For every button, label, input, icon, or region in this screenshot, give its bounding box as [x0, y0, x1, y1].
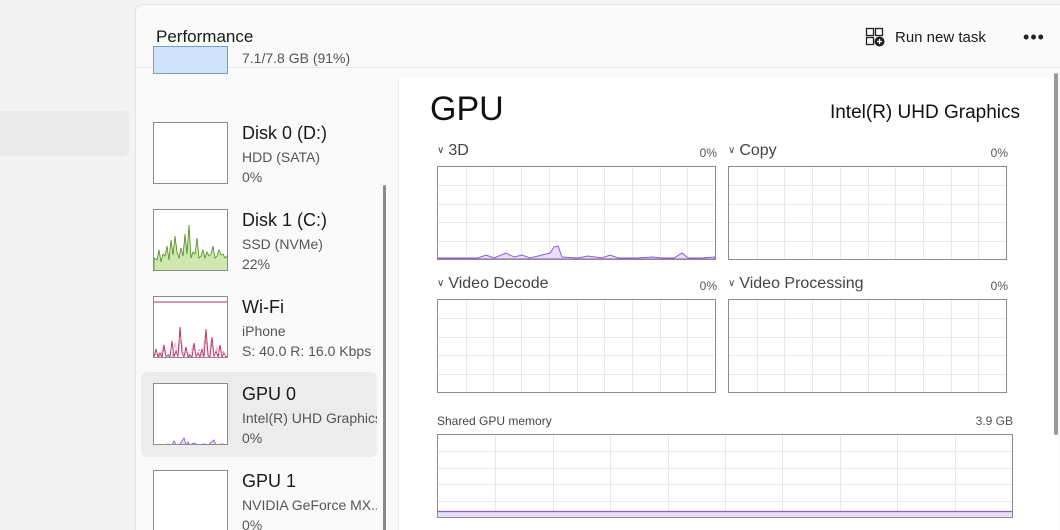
engine-copy-percent: 0% [990, 146, 1008, 160]
more-options-button[interactable]: ••• [1020, 23, 1048, 51]
memory-thumbnail [153, 46, 228, 74]
detail-scrollbar[interactable] [1054, 73, 1058, 435]
run-task-icon [865, 27, 885, 47]
disk1-type: SSD (NVMe) [242, 236, 323, 252]
engine-video-decode-graph [437, 299, 716, 393]
shared-memory-label: Shared GPU memory [437, 414, 552, 428]
list-item-gpu0[interactable]: GPU 0 Intel(R) UHD Graphics 0% [141, 372, 377, 457]
engine-video-processing-percent: 0% [990, 279, 1008, 293]
disk0-name: Disk 0 (D:) [242, 123, 327, 143]
engine-video-decode-label: Video Decode [448, 275, 549, 292]
chevron-down-icon: ∨ [437, 278, 445, 289]
gpu0-model: Intel(R) UHD Graphics [242, 410, 377, 426]
chevron-down-icon: ∨ [728, 278, 736, 289]
gpu0-value: 0% [242, 430, 263, 446]
task-manager-window: Performance Run new task ••• 7.1/7.8 GB … [135, 4, 1060, 530]
resource-list: 7.1/7.8 GB (91%) Disk 0 (D:) HDD (SATA) … [136, 46, 390, 530]
engine-video-processing-selector[interactable]: ∨ Video Processing [728, 275, 864, 293]
run-new-task-button[interactable]: Run new task [865, 23, 986, 51]
gpu0-thumbnail [153, 383, 228, 445]
list-item-memory[interactable]: 7.1/7.8 GB (91%) [141, 46, 377, 96]
memory-value: 7.1/7.8 GB (91%) [242, 50, 351, 66]
gpu0-name: GPU 0 [242, 384, 297, 404]
run-task-label: Run new task [895, 28, 986, 46]
wifi-name: Wi-Fi [242, 297, 284, 317]
detail-model: Intel(R) UHD Graphics [829, 102, 1020, 123]
detail-title: GPU [430, 90, 504, 128]
engine-3d-selector[interactable]: ∨ 3D [437, 142, 469, 160]
engine-video-processing-label: Video Processing [739, 275, 864, 292]
disk1-thumbnail [153, 209, 228, 271]
engine-copy-selector[interactable]: ∨ Copy [728, 142, 777, 160]
wifi-thumbnail [153, 296, 228, 358]
engine-3d-graph [437, 166, 716, 260]
page-title: Performance [156, 27, 254, 46]
chevron-down-icon: ∨ [437, 145, 445, 156]
gpu1-value: 0% [242, 517, 263, 530]
engine-video-decode-selector[interactable]: ∨ Video Decode [437, 275, 549, 293]
gpu1-thumbnail [153, 470, 228, 530]
chevron-down-icon: ∨ [728, 145, 736, 156]
list-scrollbar[interactable] [383, 185, 386, 530]
gpu-detail-pane: GPU Intel(R) UHD Graphics ∨ 3D 0% ∨ Copy 0… [398, 77, 1058, 530]
list-item-gpu1[interactable]: GPU 1 NVIDIA GeForce MX... 0% [141, 459, 377, 530]
wifi-value: S: 40.0 R: 16.0 Kbps [242, 343, 372, 359]
disk0-thumbnail [153, 122, 228, 184]
engine-copy-graph [728, 166, 1007, 260]
nav-selected-item[interactable] [0, 111, 129, 156]
engine-video-decode-percent: 0% [699, 279, 717, 293]
shared-memory-value: 3.9 GB [975, 414, 1013, 428]
disk0-value: 0% [242, 169, 263, 185]
engine-3d-label: 3D [448, 142, 469, 159]
engine-copy-label: Copy [739, 142, 777, 159]
wifi-network: iPhone [242, 323, 286, 339]
list-item-disk0[interactable]: Disk 0 (D:) HDD (SATA) 0% [141, 111, 377, 196]
gpu1-model: NVIDIA GeForce MX... [242, 497, 377, 513]
list-item-disk1[interactable]: Disk 1 (C:) SSD (NVMe) 22% [141, 198, 377, 283]
disk1-name: Disk 1 (C:) [242, 210, 327, 230]
shared-memory-graph [437, 434, 1013, 518]
list-item-wifi[interactable]: Wi-Fi iPhone S: 40.0 R: 16.0 Kbps [141, 285, 377, 370]
engine-3d-activity-line [437, 245, 716, 260]
disk0-type: HDD (SATA) [242, 149, 321, 165]
engine-video-processing-graph [728, 299, 1007, 393]
gpu1-name: GPU 1 [242, 471, 297, 491]
engine-3d-percent: 0% [699, 146, 717, 160]
disk1-value: 22% [242, 256, 271, 272]
